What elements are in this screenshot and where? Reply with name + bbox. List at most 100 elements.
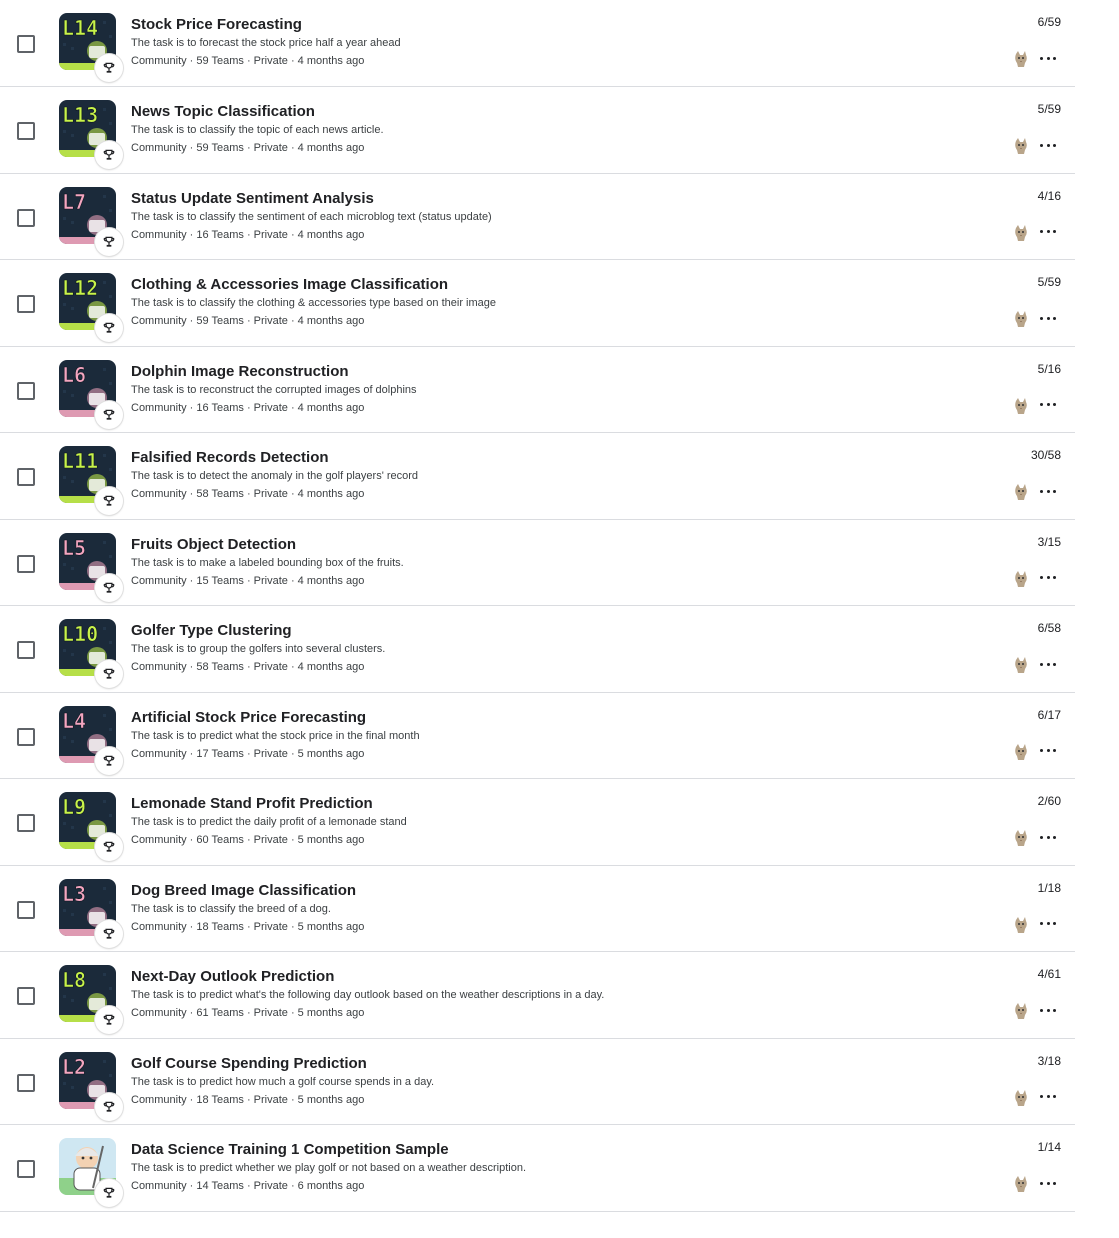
competition-meta: Community · 14 Teams · Private · 6 month… — [131, 1180, 365, 1192]
competition-row[interactable]: L12 Clothing & Accessories Image Classif… — [0, 260, 1075, 347]
more-options-icon[interactable] — [1040, 1178, 1056, 1188]
competition-title[interactable]: Dog Breed Image Classification — [131, 882, 356, 899]
level-label: L13 — [62, 103, 98, 127]
more-options-icon[interactable] — [1040, 400, 1056, 410]
level-label: L14 — [62, 16, 98, 40]
row-select-checkbox[interactable] — [17, 987, 35, 1005]
row-select-checkbox[interactable] — [17, 641, 35, 659]
rank-label: 6/58 — [1037, 621, 1061, 635]
competition-title[interactable]: Clothing & Accessories Image Classificat… — [131, 276, 448, 293]
level-label: L3 — [62, 882, 86, 906]
user-avatar-icon[interactable] — [1013, 137, 1029, 155]
more-options-icon[interactable] — [1040, 746, 1056, 756]
competition-row[interactable]: L5 Fruits Object Detection The task is to… — [0, 520, 1075, 606]
competition-description: The task is to group the golfers into se… — [131, 643, 386, 655]
more-options-icon[interactable] — [1040, 486, 1056, 496]
competition-description: The task is to classify the breed of a d… — [131, 902, 331, 915]
competition-row[interactable]: L11 Falsified Records Detection The task … — [0, 433, 1075, 520]
rank-label: 6/59 — [1037, 15, 1061, 29]
competition-row[interactable]: L4 Artificial Stock Price Forecasting The… — [0, 693, 1075, 779]
user-avatar-icon[interactable] — [1013, 483, 1029, 501]
competition-row[interactable]: L3 Dog Breed Image Classification The tas… — [0, 866, 1075, 952]
row-select-checkbox[interactable] — [17, 814, 35, 832]
competition-row[interactable]: L10 Golfer Type Clustering The task is to… — [0, 606, 1075, 693]
competition-description: The task is to predict what's the follow… — [131, 989, 605, 1001]
trophy-icon — [95, 400, 123, 429]
rank-label: 1/18 — [1037, 880, 1061, 895]
rank-label: 2/60 — [1037, 794, 1061, 808]
row-select-checkbox[interactable] — [17, 468, 35, 486]
competition-title[interactable]: Data Science Training 1 Competition Samp… — [131, 1141, 449, 1158]
more-options-icon[interactable] — [1040, 659, 1056, 669]
competition-row[interactable]: L9 Lemonade Stand Profit Prediction The t… — [0, 779, 1075, 866]
level-label: L9 — [62, 795, 86, 819]
user-avatar-icon[interactable] — [1013, 570, 1029, 588]
user-avatar-icon[interactable] — [1013, 1089, 1029, 1107]
trophy-icon — [95, 487, 123, 515]
user-avatar-icon[interactable] — [1013, 829, 1029, 847]
trophy-icon — [95, 660, 123, 688]
rank-label: 4/16 — [1037, 188, 1061, 203]
competition-description: The task is to detect the anomaly in the… — [131, 470, 419, 482]
level-label: L2 — [62, 1055, 86, 1079]
competition-title[interactable]: Artificial Stock Price Forecasting — [131, 709, 366, 726]
more-options-icon[interactable] — [1040, 227, 1056, 237]
level-label: L4 — [62, 709, 86, 733]
competition-meta: Community · 15 Teams · Private · 4 month… — [131, 574, 365, 587]
more-options-icon[interactable] — [1040, 140, 1056, 150]
user-avatar-icon[interactable] — [1013, 397, 1029, 415]
trophy-icon — [95, 919, 123, 948]
competition-title[interactable]: Golf Course Spending Prediction — [131, 1055, 367, 1072]
more-options-icon[interactable] — [1040, 919, 1056, 929]
row-select-checkbox[interactable] — [17, 122, 35, 140]
more-options-icon[interactable] — [1040, 1092, 1056, 1102]
competition-title[interactable]: News Topic Classification — [131, 103, 315, 120]
competition-title[interactable]: Golfer Type Clustering — [131, 622, 292, 639]
rank-label: 5/59 — [1037, 275, 1061, 289]
competition-row[interactable]: L13 News Topic Classification The task is… — [0, 87, 1075, 174]
user-avatar-icon[interactable] — [1013, 224, 1029, 242]
row-select-checkbox[interactable] — [17, 900, 35, 919]
more-options-icon[interactable] — [1040, 1005, 1056, 1015]
row-select-checkbox[interactable] — [17, 727, 35, 746]
row-select-checkbox[interactable] — [17, 1073, 35, 1092]
competition-row[interactable]: L14 Stock Price Forecasting The task is t… — [0, 0, 1075, 87]
competition-title[interactable]: Stock Price Forecasting — [131, 16, 302, 33]
trophy-icon — [95, 1092, 123, 1121]
rank-label: 1/14 — [1037, 1140, 1061, 1154]
competition-title[interactable]: Status Update Sentiment Analysis — [131, 190, 374, 207]
user-avatar-icon[interactable] — [1013, 50, 1029, 68]
level-label: L7 — [62, 190, 86, 214]
more-options-icon[interactable] — [1040, 832, 1056, 842]
user-avatar-icon[interactable] — [1013, 1175, 1029, 1193]
user-avatar-icon[interactable] — [1013, 743, 1029, 761]
level-label: L10 — [62, 622, 98, 646]
competition-row[interactable]: L8 Next-Day Outlook Prediction The task i… — [0, 952, 1075, 1039]
competition-row[interactable]: L2 Golf Course Spending Prediction The ta… — [0, 1039, 1075, 1125]
row-select-checkbox[interactable] — [17, 208, 35, 227]
competition-row[interactable]: L6 Dolphin Image Reconstruction The task … — [0, 347, 1075, 433]
user-avatar-icon[interactable] — [1013, 656, 1029, 674]
more-options-icon[interactable] — [1040, 573, 1056, 583]
row-select-checkbox[interactable] — [17, 1160, 35, 1178]
competition-title[interactable]: Next-Day Outlook Prediction — [131, 968, 334, 985]
row-select-checkbox[interactable] — [17, 295, 35, 313]
user-avatar-icon[interactable] — [1013, 916, 1029, 934]
competition-meta: Community · 18 Teams · Private · 5 month… — [131, 1093, 365, 1106]
competition-title[interactable]: Dolphin Image Reconstruction — [131, 363, 349, 380]
competition-title[interactable]: Lemonade Stand Profit Prediction — [131, 795, 373, 812]
competition-row[interactable]: L7 Status Update Sentiment Analysis The t… — [0, 174, 1075, 260]
competition-meta: Community · 17 Teams · Private · 5 month… — [131, 747, 365, 760]
rank-label: 3/15 — [1037, 534, 1061, 549]
competition-row[interactable]: Data Science Training 1 Competition Samp… — [0, 1125, 1075, 1212]
row-select-checkbox[interactable] — [17, 554, 35, 573]
more-options-icon[interactable] — [1040, 313, 1056, 323]
row-select-checkbox[interactable] — [17, 35, 35, 53]
user-avatar-icon[interactable] — [1013, 1002, 1029, 1020]
competition-title[interactable]: Fruits Object Detection — [131, 536, 296, 553]
competition-description: The task is to predict how much a golf c… — [131, 1075, 435, 1088]
user-avatar-icon[interactable] — [1013, 310, 1029, 328]
more-options-icon[interactable] — [1040, 53, 1056, 63]
row-select-checkbox[interactable] — [17, 381, 35, 400]
competition-title[interactable]: Falsified Records Detection — [131, 449, 329, 466]
